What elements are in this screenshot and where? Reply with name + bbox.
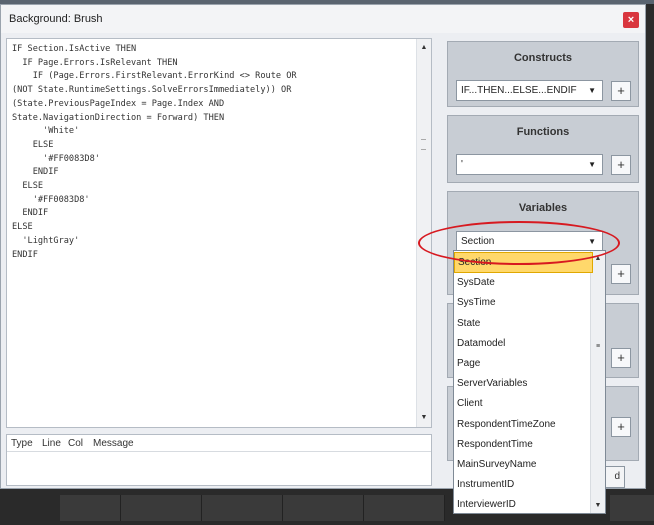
scroll-grip-icon[interactable]: ≡ <box>591 343 605 350</box>
code-line[interactable]: '#FF0083D8' <box>12 153 412 167</box>
variables-header: Variables <box>518 202 568 214</box>
variable-option-client[interactable]: Client <box>454 393 593 414</box>
functions-selected: ' <box>461 159 463 170</box>
code-line[interactable]: 'White' <box>12 125 412 139</box>
code-line[interactable]: (State.PreviousPageIndex = Page.Index AN… <box>12 98 412 112</box>
code-line[interactable]: (NOT State.RuntimeSettings.SolveErrorsIm… <box>12 84 412 98</box>
constructs-selected: IF...THEN...ELSE...ENDIF <box>461 85 577 96</box>
variable-option-mainsurveyname[interactable]: MainSurveyName <box>454 454 593 475</box>
dialog-title: Background: Brush <box>9 13 103 25</box>
variables-dropdown-list[interactable]: ▲ ≡ ▼ Section SysDate SysTime State Datamode… <box>453 250 606 514</box>
add-variable-button[interactable]: + <box>611 264 631 284</box>
variable-option-respondenttimezone[interactable]: RespondentTimeZone <box>454 414 593 435</box>
title-bar: Background: Brush × <box>1 5 645 33</box>
constructs-header: Constructs <box>513 52 573 64</box>
code-line[interactable]: ELSE <box>12 180 412 194</box>
column-line[interactable]: Line <box>42 438 61 449</box>
taskbar-cell <box>364 495 445 521</box>
add-item-button[interactable]: + <box>611 348 631 368</box>
variable-option-respondenttime[interactable]: RespondentTime <box>454 434 593 455</box>
functions-panel: Functions ' ▼ + <box>447 115 639 183</box>
code-line[interactable]: '#FF0083D8' <box>12 194 412 208</box>
column-col[interactable]: Col <box>68 438 83 449</box>
chevron-down-icon: ▼ <box>588 86 596 95</box>
variable-option-interviewerid[interactable]: InterviewerID <box>454 494 593 513</box>
variable-option-state[interactable]: State <box>454 313 593 334</box>
error-list: Type Line Col Message <box>6 434 432 486</box>
functions-select[interactable]: ' ▼ <box>456 154 603 175</box>
code-line[interactable]: IF Section.IsActive THEN <box>12 43 412 57</box>
column-type[interactable]: Type <box>11 438 33 449</box>
variable-option-datamodel[interactable]: Datamodel <box>454 333 593 354</box>
code-text[interactable]: IF Section.IsActive THEN IF Page.Errors.… <box>12 43 412 262</box>
red-highlight-ellipse <box>418 221 620 265</box>
constructs-select[interactable]: IF...THEN...ELSE...ENDIF ▼ <box>456 80 603 101</box>
column-message[interactable]: Message <box>93 438 134 449</box>
taskbar-cell <box>60 495 121 521</box>
code-line[interactable]: ENDIF <box>12 166 412 180</box>
scroll-down-icon[interactable]: ▼ <box>591 502 605 509</box>
code-line[interactable]: IF Page.Errors.IsRelevant THEN <box>12 57 412 71</box>
code-line[interactable]: IF (Page.Errors.FirstRelevant.ErrorKind … <box>12 70 412 84</box>
code-line[interactable]: 'LightGray' <box>12 235 412 249</box>
taskbar-cell <box>283 495 364 521</box>
variable-option-instrumentid[interactable]: InstrumentID <box>454 474 593 495</box>
variable-option-servervariables[interactable]: ServerVariables <box>454 373 593 394</box>
taskbar-cell <box>202 495 283 521</box>
variable-option-page[interactable]: Page <box>454 353 593 374</box>
add-item-button-2[interactable]: + <box>611 417 631 437</box>
constructs-panel: Constructs IF...THEN...ELSE...ENDIF ▼ + <box>447 41 639 107</box>
add-function-button[interactable]: + <box>611 155 631 175</box>
expression-editor[interactable]: IF Section.IsActive THEN IF Page.Errors.… <box>6 38 432 428</box>
scroll-grip-icon[interactable] <box>421 139 426 150</box>
functions-header: Functions <box>516 126 570 138</box>
code-line[interactable]: State.NavigationDirection = Forward) THE… <box>12 112 412 126</box>
taskbar-cell <box>610 495 654 521</box>
add-construct-button[interactable]: + <box>611 81 631 101</box>
code-line[interactable]: ELSE <box>12 139 412 153</box>
close-icon: × <box>627 14 635 26</box>
scroll-up-icon[interactable]: ▲ <box>417 41 431 55</box>
chevron-down-icon: ▼ <box>588 160 596 169</box>
ok-button-label: d <box>614 471 620 482</box>
taskbar-cell <box>121 495 202 521</box>
error-list-header: Type Line Col Message <box>7 435 431 452</box>
close-button[interactable]: × <box>623 12 639 28</box>
scroll-down-icon[interactable]: ▼ <box>417 411 431 425</box>
code-line[interactable]: ELSE <box>12 221 412 235</box>
code-line[interactable]: ENDIF <box>12 249 412 263</box>
code-line[interactable]: ENDIF <box>12 207 412 221</box>
variable-option-systime[interactable]: SysTime <box>454 292 593 313</box>
variable-option-sysdate[interactable]: SysDate <box>454 272 593 293</box>
